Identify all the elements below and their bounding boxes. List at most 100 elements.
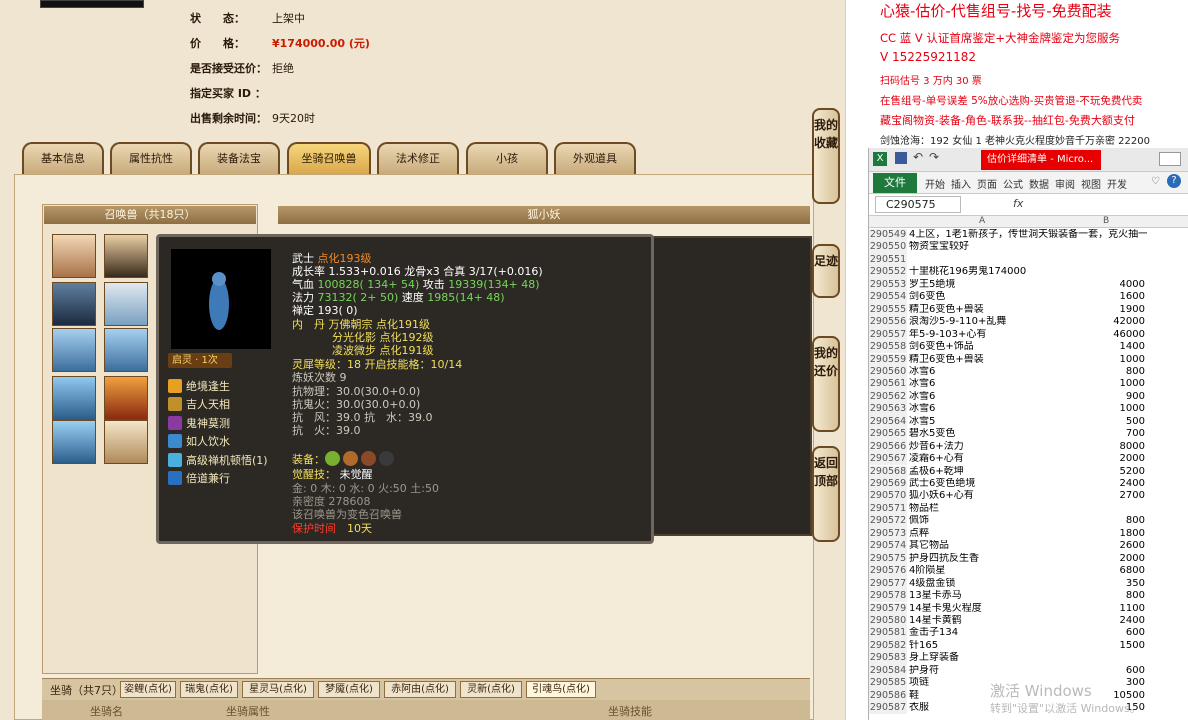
sheet-row[interactable]: 290568 孟极6+乾坤 5200: [869, 465, 1188, 478]
tab-children[interactable]: 小孩: [466, 142, 548, 174]
minimize-button[interactable]: [1159, 152, 1181, 166]
tab-attributes[interactable]: 属性抗性: [110, 142, 192, 174]
row-number[interactable]: 290549: [869, 229, 907, 242]
ribbon-tab[interactable]: 公式: [1003, 176, 1023, 191]
save-icon[interactable]: [895, 152, 907, 164]
sheet-row[interactable]: 290550 物资宝宝较好: [869, 241, 1188, 254]
row-number[interactable]: 290570: [869, 490, 907, 503]
my-bargain-button[interactable]: 我的还价: [812, 336, 840, 432]
row-number[interactable]: 290572: [869, 515, 907, 528]
tab-equipment[interactable]: 装备法宝: [198, 142, 280, 174]
cell-b[interactable]: 1500: [1051, 640, 1149, 652]
summon-avatar[interactable]: [52, 420, 96, 464]
sheet-row[interactable]: 290571 物品栏: [869, 502, 1188, 516]
row-number[interactable]: 290586: [869, 689, 907, 703]
equip-icon[interactable]: [325, 451, 340, 466]
summon-avatar[interactable]: [104, 420, 148, 464]
cell-a[interactable]: 十里桃花196男鬼174000: [907, 266, 1147, 278]
summon-avatar[interactable]: [52, 234, 96, 278]
redo-icon[interactable]: ↷: [929, 150, 939, 164]
row-number[interactable]: 290550: [869, 241, 907, 254]
sheet-row[interactable]: 290549 4上区，1老1新孩子，传世洞天锻装备一套，克火抽一套: [869, 229, 1188, 242]
col-b-header[interactable]: B: [1103, 216, 1109, 226]
mount-tab[interactable]: 瑞鬼(点化): [180, 681, 238, 698]
sheet-row[interactable]: 290553 罗王5绝境 4000: [869, 278, 1188, 292]
cell-b[interactable]: 600: [1051, 627, 1149, 639]
summon-avatar[interactable]: [52, 328, 96, 372]
cell-b[interactable]: 1600: [1051, 291, 1149, 303]
row-number[interactable]: 290569: [869, 478, 907, 491]
sheet-row[interactable]: 290579 14星卡鬼火程度 1100: [869, 602, 1188, 615]
file-tab[interactable]: 文件: [873, 173, 917, 193]
sheet-row[interactable]: 290556 浪淘沙5-9-110+乱舞 42000: [869, 316, 1188, 329]
sheet-row[interactable]: 290566 炒音6+法力 8000: [869, 440, 1188, 454]
sheet-row[interactable]: 290562 冰雪6 900: [869, 390, 1188, 404]
summon-avatar[interactable]: [104, 328, 148, 372]
sheet-row[interactable]: 290559 精卫6变色+兽装 1000: [869, 353, 1188, 366]
sheet-row[interactable]: 290567 凌霜6+心有 2000: [869, 453, 1188, 466]
cell-b[interactable]: 1800: [1051, 528, 1149, 540]
cell-b[interactable]: 46000: [1051, 329, 1149, 341]
row-number[interactable]: 290562: [869, 390, 907, 404]
row-number[interactable]: 290587: [869, 702, 907, 715]
row-number[interactable]: 290584: [869, 664, 907, 678]
row-number[interactable]: 290580: [869, 614, 907, 628]
cell-a[interactable]: 物资宝宝较好: [907, 241, 1147, 253]
cell-b[interactable]: 900: [1051, 391, 1149, 403]
tab-basic-info[interactable]: 基本信息: [22, 142, 104, 174]
cell-b[interactable]: 1400: [1051, 341, 1149, 353]
row-number[interactable]: 290561: [869, 378, 907, 391]
mount-tab[interactable]: 灵新(点化): [460, 681, 522, 698]
help-icon[interactable]: ?: [1167, 174, 1181, 188]
row-number[interactable]: 290555: [869, 303, 907, 317]
ribbon-tab[interactable]: 开始: [925, 176, 945, 191]
cell-b[interactable]: 1100: [1051, 603, 1149, 615]
skill-item[interactable]: 绝境逢生: [168, 378, 230, 394]
sheet-row[interactable]: 290564 冰雪5 500: [869, 415, 1188, 429]
sheet-row[interactable]: 290565 碧水5变色 700: [869, 428, 1188, 441]
mount-tab[interactable]: 星灵马(点化): [242, 681, 314, 698]
cell-b[interactable]: 2000: [1051, 553, 1149, 565]
cell-b[interactable]: 700: [1051, 428, 1149, 440]
mount-tab[interactable]: 姿鲤(点化): [120, 681, 176, 698]
mount-tab[interactable]: 赤阿由(点化): [384, 681, 456, 698]
row-number[interactable]: 290552: [869, 266, 907, 279]
cell-b[interactable]: 1000: [1051, 354, 1149, 366]
row-number[interactable]: 290583: [869, 652, 907, 665]
sheet-row[interactable]: 290575 护身四抗反生香 2000: [869, 552, 1188, 566]
cell-b[interactable]: 2400: [1051, 478, 1149, 490]
row-number[interactable]: 290578: [869, 590, 907, 603]
row-number[interactable]: 290553: [869, 278, 907, 292]
tab-mounts-summons[interactable]: 坐骑召唤兽: [287, 142, 371, 174]
row-number[interactable]: 290585: [869, 677, 907, 690]
summon-avatar[interactable]: [52, 376, 96, 420]
cell-b[interactable]: 800: [1051, 590, 1149, 602]
sheet-row[interactable]: 290581 金击子134 600: [869, 627, 1188, 640]
col-a-header[interactable]: A: [979, 216, 985, 226]
sheet-row[interactable]: 290570 狐小妖6+心有 2700: [869, 490, 1188, 503]
skill-item[interactable]: 鬼神莫测: [168, 415, 230, 431]
skill-item[interactable]: 高级禅机顿悟(1): [168, 452, 268, 468]
footprint-button[interactable]: 足迹: [812, 244, 840, 298]
cell-b[interactable]: 4000: [1051, 279, 1149, 291]
ribbon-tab[interactable]: 页面: [977, 176, 997, 191]
skill-item[interactable]: 如人饮水: [168, 433, 230, 449]
undo-icon[interactable]: ↶: [913, 150, 923, 164]
row-number[interactable]: 290579: [869, 602, 907, 615]
sheet-row[interactable]: 290572 佩饰 800: [869, 515, 1188, 528]
summon-avatar[interactable]: [52, 282, 96, 326]
cell-b[interactable]: 6800: [1051, 565, 1149, 577]
cell-b[interactable]: 600: [1051, 665, 1149, 677]
summon-avatar[interactable]: [104, 282, 148, 326]
skill-item[interactable]: 吉人天相: [168, 396, 230, 412]
ribbon-tab[interactable]: 开发: [1107, 176, 1127, 191]
ribbon-tab[interactable]: 插入: [951, 176, 971, 191]
cell-b[interactable]: 42000: [1051, 316, 1149, 328]
row-number[interactable]: 290564: [869, 415, 907, 429]
sheet-row[interactable]: 290552 十里桃花196男鬼174000: [869, 266, 1188, 279]
sheet-row[interactable]: 290557 年5-9-103+心有 46000: [869, 328, 1188, 341]
cell-b[interactable]: 500: [1051, 416, 1149, 428]
sheet-row[interactable]: 290574 其它物品 2600: [869, 540, 1188, 553]
row-number[interactable]: 290560: [869, 365, 907, 379]
sheet-row[interactable]: 290577 4级盘金锁 350: [869, 577, 1188, 590]
